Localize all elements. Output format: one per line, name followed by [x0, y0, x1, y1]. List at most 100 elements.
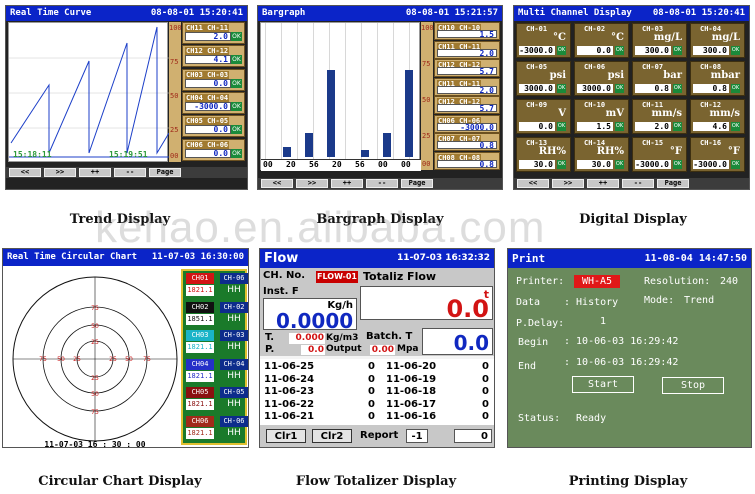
bargraph-tick-label: 20: [332, 160, 342, 169]
channel-value: 1821.1: [186, 285, 214, 296]
circular-channel-list: CH01 CH-06 1821.1 HH CH02 CH-02 1851.1 HH CH03 CH…: [181, 269, 248, 445]
ring-label: 50: [91, 323, 99, 330]
trend-axis-label: 25: [170, 126, 179, 134]
flow-top-section: CH. No. FLOW-01 Totaliz Flow t 0.0 Inst.…: [260, 268, 494, 356]
begin-value[interactable]: : 10-06-03 16:29:42: [564, 336, 678, 347]
trend-title: Real Time Curve: [10, 8, 92, 18]
circular-datetime: 11-07-03 16:30:00: [151, 252, 244, 262]
bargraph-tick-label: 56: [309, 160, 319, 169]
flow-history-row: 11-06-25 0 11-06-20 0: [264, 361, 489, 372]
flow-batch-label: Batch. T: [366, 331, 413, 342]
zoom-in-button[interactable]: ++: [331, 179, 363, 188]
channel-label: CH12 CH-12: [185, 47, 230, 56]
bargraph-bar: [361, 150, 369, 157]
flow-ch-no-label: CH. No.: [263, 270, 306, 281]
alarm-hh-badge: HH: [227, 370, 241, 381]
circular-channel-row: CH02 CH-02 1851.1 HH: [186, 301, 248, 326]
channel-value: 0.8: [693, 84, 729, 93]
trend-plot-area: 15:18:11 15:19:51: [8, 22, 170, 162]
bargraph-axis-label: 50: [422, 96, 431, 104]
printer-select[interactable]: WH-A5: [574, 275, 620, 288]
bargraph-plot-area: 00 20 56 20 56 00 00: [260, 22, 421, 171]
flow-history-row: 11-06-21 0 11-06-16 0: [264, 411, 489, 422]
bargraph-axis: 100 75 50 25 00: [421, 22, 434, 170]
data-value[interactable]: : History: [564, 297, 618, 308]
page-forward-button[interactable]: >>: [44, 168, 76, 177]
history-value: 0: [482, 411, 489, 422]
zoom-in-button[interactable]: ++: [587, 179, 619, 188]
channel-value: -3000.0: [519, 46, 555, 55]
page-forward-button[interactable]: >>: [552, 179, 584, 188]
flow-t-value: 0.000: [289, 333, 325, 344]
channel-label: CH-07: [642, 63, 664, 71]
resolution-value[interactable]: 240: [720, 276, 738, 287]
zoom-in-button[interactable]: ++: [79, 168, 111, 177]
channel-code: CH-05: [220, 387, 248, 398]
flow-batch-value: 0.0: [453, 331, 489, 355]
bargraph-axis-label: 00: [422, 160, 431, 168]
resolution-label: Resolution:: [644, 276, 711, 287]
trend-curve-svg: [9, 26, 170, 158]
channel-unit: mm/s: [651, 108, 682, 119]
mode-value[interactable]: Trend: [684, 295, 714, 306]
trend-channel-box: CH11 CH-11 2.0 OK: [182, 22, 245, 44]
history-value: 0: [482, 398, 489, 410]
channel-label: CH06 CH-06: [185, 140, 230, 149]
bargraph-datetime: 08-08-01 15:21:57: [405, 8, 498, 18]
print-delay-value[interactable]: 1: [600, 316, 606, 327]
flow-history-row: 11-06-24 0 11-06-19 0: [264, 374, 489, 385]
clear-1-button[interactable]: Clr1: [266, 429, 306, 443]
clear-2-button[interactable]: Clr2: [312, 429, 352, 443]
digital-channel-cell: CH-14 RH% 30.0 OK: [574, 137, 629, 172]
bargraph-grid-column: [281, 23, 282, 159]
circular-channel-row: CH05 CH-05 1821.1 HH: [186, 387, 248, 411]
ok-badge: OK: [231, 32, 242, 41]
channel-unit: RH%: [596, 146, 624, 157]
stop-button[interactable]: Stop: [662, 377, 724, 394]
bargraph-channel-list: CH10 CH-10 1.5 CH11 CH-11 2.0 CH12 CH-12 5.7 C…: [434, 22, 500, 172]
zoom-out-button[interactable]: --: [366, 179, 398, 188]
status-value: Ready: [576, 413, 607, 424]
history-value: 0: [482, 361, 489, 372]
channel-value: 2.0: [437, 85, 497, 94]
page-back-button[interactable]: <<: [517, 179, 549, 188]
page-back-button[interactable]: <<: [9, 168, 41, 177]
ok-badge: OK: [615, 160, 624, 169]
bargraph-grid-column: [265, 23, 266, 159]
ok-badge: OK: [231, 148, 242, 158]
channel-value: -3000.0: [635, 160, 671, 169]
ok-badge: OK: [673, 84, 682, 93]
page-button[interactable]: Page: [401, 179, 433, 188]
flow-history-table: 11-06-25 0 11-06-20 0 11-06-24 0 11-06-19 0 11-0…: [260, 359, 494, 425]
bargraph-tick-label: 00: [263, 160, 273, 169]
zoom-out-button[interactable]: --: [622, 179, 654, 188]
channel-code: CH-02: [220, 301, 248, 313]
circular-channel-row: CH01 CH-06 1821.1 HH: [186, 273, 248, 297]
flow-totaliz-box: t 0.0: [360, 286, 493, 323]
page-forward-button[interactable]: >>: [296, 179, 328, 188]
page-button[interactable]: Page: [149, 168, 181, 177]
alarm-hh-badge: HH: [227, 427, 241, 438]
page-button[interactable]: Page: [657, 179, 689, 188]
zoom-out-button[interactable]: --: [114, 168, 146, 177]
trend-datetime: 08-08-01 15:20:41: [150, 8, 243, 18]
channel-value: 0.0: [185, 148, 231, 158]
flow-output-value: 0.00: [370, 345, 395, 355]
mode-label: Mode:: [644, 295, 675, 306]
end-value[interactable]: : 10-06-03 16:29:42: [564, 357, 678, 368]
channel-name: CH06: [186, 415, 214, 427]
report-number-field[interactable]: -1: [406, 429, 428, 443]
page-back-button[interactable]: <<: [261, 179, 293, 188]
channel-code: CH-06: [220, 415, 248, 427]
ring-label: 75: [143, 356, 151, 363]
print-title: Print: [512, 252, 546, 265]
start-button[interactable]: Start: [572, 376, 634, 393]
channel-value: 300.0: [693, 46, 729, 55]
trend-display-panel: Real Time Curve 08-08-01 15:20:41 15:18:…: [5, 5, 248, 190]
channel-label: CH-05: [526, 63, 548, 71]
circular-footer-time: 11-07-03 16 : 30 : 00: [44, 440, 145, 448]
channel-label: CH-15: [642, 139, 664, 147]
bargraph-channel-box: CH08 CH-08 0.8: [434, 151, 500, 170]
trend-axis-label: 100: [169, 24, 182, 32]
alarm-hh-badge: HH: [227, 285, 241, 295]
